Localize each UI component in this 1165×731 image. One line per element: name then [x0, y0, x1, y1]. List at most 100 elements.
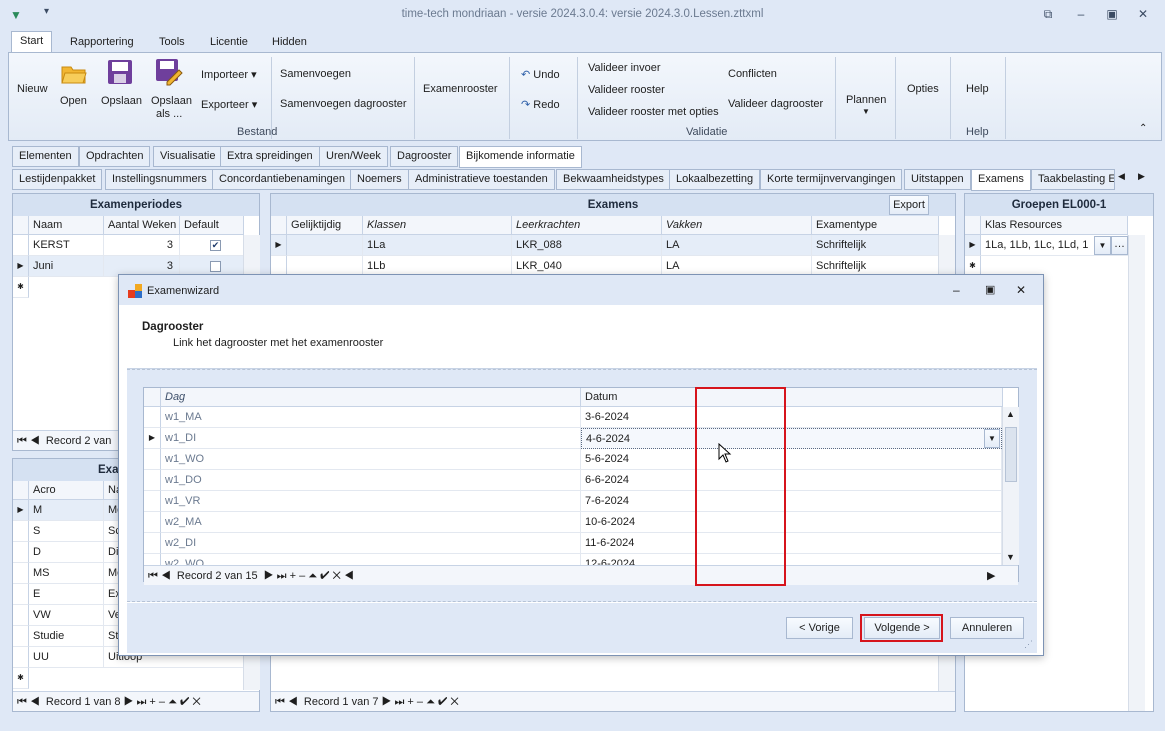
tab-visualisatie[interactable]: Visualisatie: [153, 146, 223, 167]
add-record-icon[interactable]: +: [149, 696, 155, 708]
samenvoegen-button[interactable]: Samenvoegen: [280, 68, 351, 80]
table-cell[interactable]: Studie: [29, 626, 104, 647]
first-record-icon[interactable]: ⏮: [275, 696, 285, 708]
delete-record-icon[interactable]: –: [299, 570, 305, 582]
last-record-icon[interactable]: ⏭: [394, 696, 404, 708]
delete-record-icon[interactable]: –: [159, 696, 165, 708]
opties-button[interactable]: Opties: [907, 83, 939, 95]
default-checkbox[interactable]: [210, 261, 221, 272]
export-button[interactable]: Export: [889, 195, 929, 215]
tab-instellingsnummers[interactable]: Instellingsnummers: [105, 169, 214, 190]
col-datum[interactable]: Datum: [581, 388, 1003, 407]
tab-extra-spreidingen[interactable]: Extra spreidingen: [220, 146, 320, 167]
col-acro[interactable]: Acro: [29, 481, 104, 500]
next-record-icon[interactable]: ▶: [264, 570, 274, 582]
tabs-scroll-left-icon[interactable]: ◀: [1118, 171, 1125, 182]
edit-record-icon[interactable]: ⏶: [308, 570, 317, 582]
table-cell[interactable]: 7-6-2024: [581, 491, 1002, 512]
table-cell[interactable]: 3-6-2024: [581, 407, 1002, 428]
tab-examens[interactable]: Examens: [971, 169, 1031, 191]
valideer-rooster-button[interactable]: Valideer rooster: [588, 84, 665, 96]
scroll-up-icon[interactable]: ▲: [1006, 409, 1015, 419]
scrollbar[interactable]: [1128, 235, 1145, 711]
datum-editor[interactable]: 4-6-2024: [581, 428, 1002, 449]
tabs-scroll-right-icon[interactable]: ▶: [1138, 171, 1145, 182]
tab-uitstappen[interactable]: Uitstappen: [904, 169, 971, 190]
prev-record-icon[interactable]: ◀: [288, 696, 298, 708]
table-cell[interactable]: Schriftelijk: [812, 235, 939, 256]
scroll-thumb[interactable]: [1005, 427, 1017, 482]
first-record-icon[interactable]: ⏮: [17, 435, 27, 447]
table-cell[interactable]: E: [29, 584, 104, 605]
tab-lestijdenpakket[interactable]: Lestijdenpakket: [12, 169, 103, 190]
tab-dagrooster[interactable]: Dagrooster: [390, 146, 459, 167]
samenvoegen-dagrooster-button[interactable]: Samenvoegen dagrooster: [280, 98, 407, 110]
cancel-button[interactable]: Annuleren: [950, 617, 1024, 639]
scroll-down-icon[interactable]: ▼: [1006, 552, 1015, 562]
minimize-icon[interactable]: –: [953, 283, 960, 297]
save-as-label-2[interactable]: als ...: [156, 108, 182, 120]
table-cell[interactable]: Juni: [29, 256, 104, 277]
importeer-dropdown[interactable]: Importeer ▾: [201, 68, 257, 81]
cancel-record-icon[interactable]: ✕: [192, 696, 200, 708]
ribbon-tab-tools[interactable]: Tools: [151, 33, 193, 53]
table-cell[interactable]: MS: [29, 563, 104, 584]
undo-button[interactable]: ↶ Undo: [521, 68, 560, 81]
table-cell[interactable]: S: [29, 521, 104, 542]
last-record-icon[interactable]: ⏭: [136, 696, 146, 708]
tab-uren-week[interactable]: Uren/Week: [319, 146, 388, 167]
first-record-icon[interactable]: ⏮: [148, 570, 158, 582]
collapse-ribbon-icon[interactable]: ⌃: [1139, 123, 1147, 134]
open-button[interactable]: Open: [60, 95, 87, 107]
examenrooster-button[interactable]: Examenrooster: [423, 83, 498, 95]
hscroll-right-icon[interactable]: ▶: [987, 566, 995, 586]
table-cell[interactable]: w1_WO: [161, 449, 581, 470]
col-leerkrachten[interactable]: Leerkrachten: [512, 216, 662, 235]
table-cell[interactable]: LA: [662, 235, 812, 256]
table-cell[interactable]: w1_DO: [161, 470, 581, 491]
table-cell[interactable]: 6-6-2024: [581, 470, 1002, 491]
hscroll-left-icon[interactable]: ◀: [344, 570, 354, 582]
ribbon-tab-hidden[interactable]: Hidden: [264, 33, 315, 53]
tab-taakbelasting[interactable]: Taakbelasting Ex: [1031, 169, 1115, 190]
exporteer-dropdown[interactable]: Exporteer ▾: [201, 98, 257, 111]
conflicten-button[interactable]: Conflicten: [728, 68, 777, 80]
table-cell[interactable]: w2_MA: [161, 512, 581, 533]
table-cell[interactable]: 3: [104, 235, 180, 256]
add-record-icon[interactable]: +: [290, 570, 296, 582]
table-cell[interactable]: w1_MA: [161, 407, 581, 428]
col-default[interactable]: Default: [180, 216, 244, 235]
prev-record-icon[interactable]: ◀: [30, 435, 40, 447]
restore-screen-icon[interactable]: ⧉: [1040, 6, 1056, 22]
edit-record-icon[interactable]: ⏶: [168, 696, 177, 708]
table-cell[interactable]: 11-6-2024: [581, 533, 1002, 554]
col-klassen[interactable]: Klassen: [363, 216, 512, 235]
plannen-button[interactable]: Plannen: [846, 94, 886, 106]
table-cell[interactable]: KERST: [29, 235, 104, 256]
tab-lokaalbezetting[interactable]: Lokaalbezetting: [669, 169, 761, 190]
default-checkbox[interactable]: ✔: [210, 240, 221, 251]
table-cell[interactable]: 10-6-2024: [581, 512, 1002, 533]
prev-record-icon[interactable]: ◀: [30, 696, 40, 708]
cancel-record-icon[interactable]: ✕: [450, 696, 458, 708]
tab-administratieve-toestanden[interactable]: Administratieve toestanden: [408, 169, 555, 190]
vertical-scrollbar[interactable]: ▲ ▼: [1002, 407, 1019, 565]
dropdown-icon[interactable]: ▼: [1094, 236, 1111, 255]
help-button[interactable]: Help: [966, 83, 989, 95]
ribbon-tab-licentie[interactable]: Licentie: [202, 33, 256, 53]
next-record-icon[interactable]: ▶: [382, 696, 392, 708]
table-cell[interactable]: D: [29, 542, 104, 563]
redo-button[interactable]: ↷ Redo: [521, 98, 560, 111]
ellipsis-icon[interactable]: …: [1111, 236, 1128, 255]
ribbon-tab-start[interactable]: Start: [11, 31, 53, 53]
col-aantal-weken[interactable]: Aantal Weken: [104, 216, 180, 235]
save-button[interactable]: Opslaan: [101, 95, 142, 107]
col-naam[interactable]: Naam: [29, 216, 104, 235]
table-cell[interactable]: 1La: [363, 235, 512, 256]
cancel-record-icon[interactable]: ✕: [333, 570, 341, 582]
plannen-dropdown-icon[interactable]: ▼: [862, 107, 870, 116]
table-cell[interactable]: w1_VR: [161, 491, 581, 512]
maximize-icon[interactable]: ▣: [1104, 6, 1120, 22]
table-cell[interactable]: w2_DI: [161, 533, 581, 554]
tab-opdrachten[interactable]: Opdrachten: [79, 146, 151, 167]
